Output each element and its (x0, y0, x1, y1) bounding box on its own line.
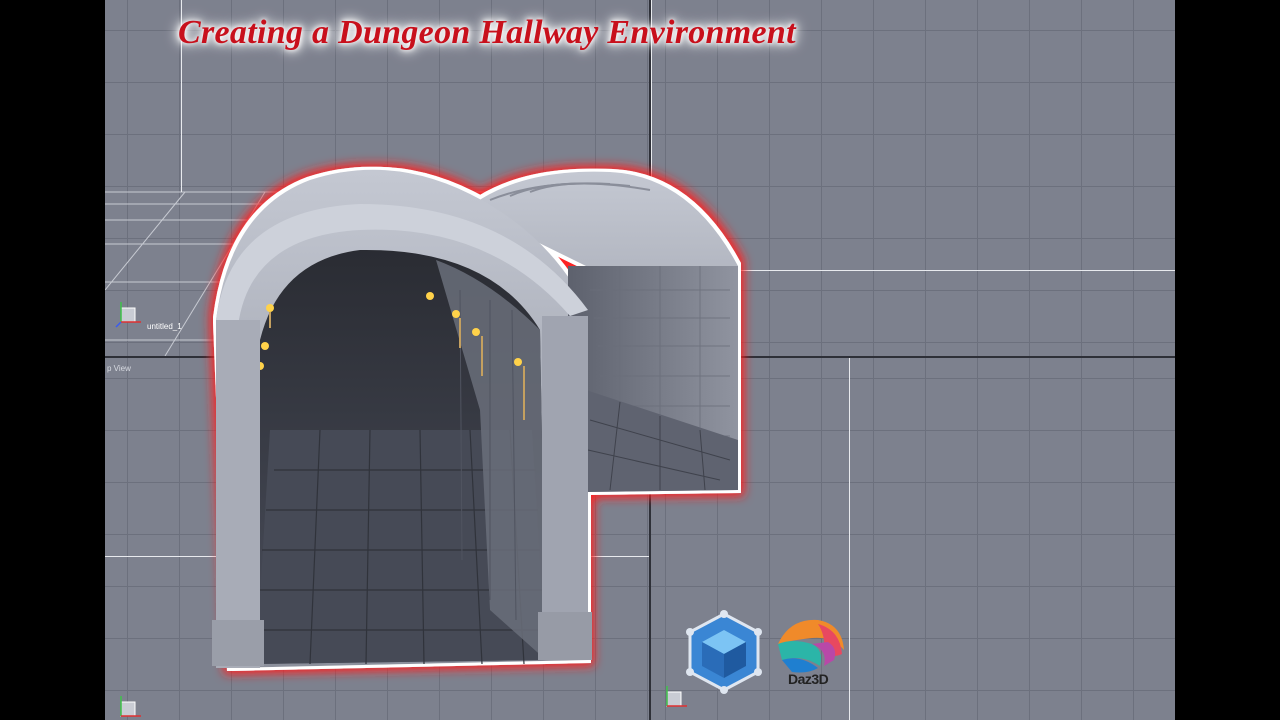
axis-gizmo-icon (115, 302, 141, 328)
hexagon-cube-icon (686, 610, 762, 694)
axis-gizmo-icon (120, 696, 141, 717)
viewport-label: untitled_1 (147, 322, 182, 331)
video-title: Creating a Dungeon Hallway Environment (178, 14, 796, 51)
viewport-label: p View (107, 364, 131, 373)
daz3d-wordmark: Daz3D (788, 671, 829, 687)
axis-line (849, 358, 850, 720)
dungeon-hallway-render (212, 169, 738, 668)
